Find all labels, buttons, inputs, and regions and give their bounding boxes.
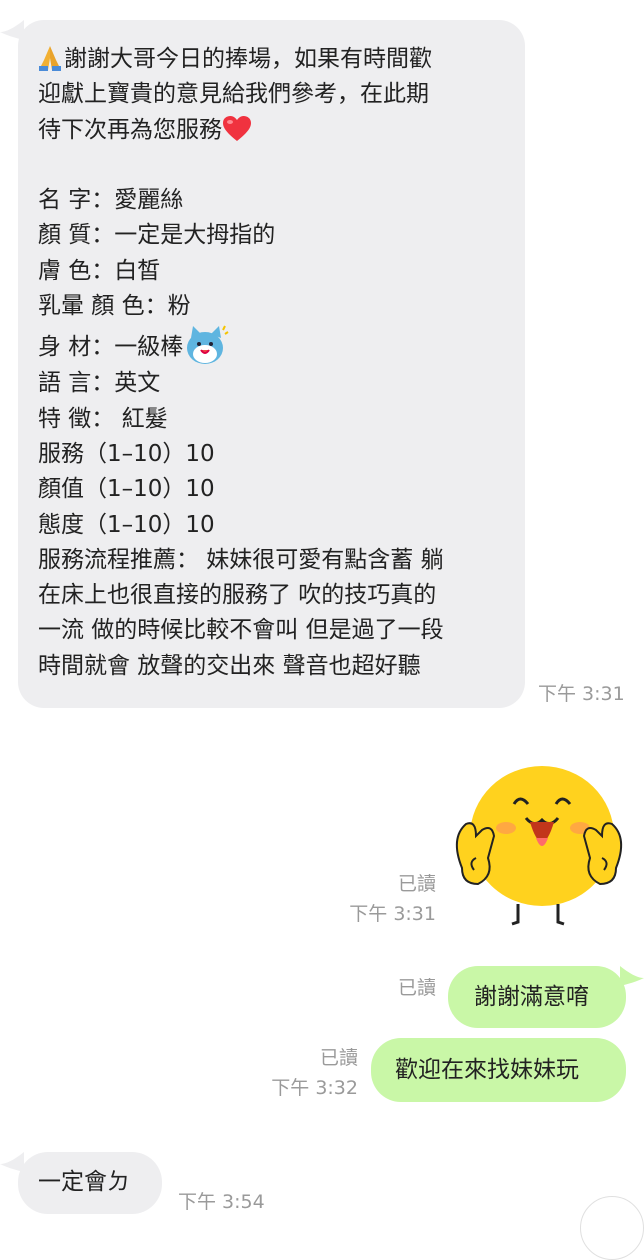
message-line: 迎獻上寶貴的意見給我們參考，在此期	[38, 81, 429, 108]
message-timestamp: 下午 3:31	[349, 903, 436, 925]
message-line	[38, 148, 507, 183]
blue-cat-sticker-emoji	[187, 325, 229, 365]
read-receipt: 已讀	[397, 873, 436, 895]
message-text: 一定會ㄉ	[38, 1169, 130, 1195]
outgoing-bubble-tail	[620, 966, 644, 986]
outgoing-message-bubble[interactable]: 謝謝滿意唷	[448, 966, 626, 1028]
outgoing-message-bubble[interactable]: 歡迎在來找妹妹玩	[371, 1038, 626, 1102]
message-line: 待下次再為您服務	[38, 113, 507, 148]
message-line: 時間就會 放聲的交出來 聲音也超好聽	[38, 652, 421, 679]
read-receipt: 已讀	[319, 1047, 358, 1069]
message-line: 服務流程推薦： 妹妹很可愛有點含蓄 躺	[38, 546, 444, 573]
message-line: 一流 做的時候比較不會叫 但是過了一段	[38, 617, 444, 644]
incoming-message-bubble[interactable]: 謝謝大哥今日的捧場，如果有時間歡 迎獻上寶貴的意見給我們參考，在此期 待下次再為…	[18, 20, 525, 708]
message-line: 服務（1–10）10	[38, 440, 215, 467]
message-line: 名 字：愛麗絲	[38, 187, 184, 214]
message-line: 謝謝大哥今日的捧場，如果有時間歡	[38, 42, 507, 77]
message-line: 語 言：英文	[38, 370, 161, 397]
message-timestamp: 下午 3:31	[538, 683, 625, 705]
message-line: 顏值（1–10）10	[38, 476, 215, 503]
message-line: 特 徵： 紅髮	[38, 405, 168, 432]
incoming-message-bubble[interactable]: 一定會ㄉ	[18, 1152, 162, 1214]
pray-emoji	[39, 46, 61, 71]
yellow-face-peace-sticker[interactable]	[448, 758, 630, 928]
read-receipt: 已讀	[397, 977, 436, 999]
message-line: 膚 色：白皙	[38, 257, 161, 284]
message-timestamp: 下午 3:32	[271, 1077, 358, 1099]
message-line: 身 材：一級棒	[38, 324, 507, 366]
message-text: 歡迎在來找妹妹玩	[395, 1057, 579, 1083]
message-line: 乳暈 顏 色：粉	[38, 293, 191, 320]
message-line: 在床上也很直接的服務了 吹的技巧真的	[38, 582, 437, 609]
red-heart-emoji	[223, 115, 251, 141]
scroll-down-button[interactable]	[580, 1196, 644, 1260]
message-line: 顏 質：一定是大拇指的	[38, 222, 276, 249]
message-timestamp: 下午 3:54	[178, 1191, 265, 1213]
message-text: 謝謝滿意唷	[474, 984, 589, 1010]
message-line: 態度（1–10）10	[38, 511, 215, 538]
